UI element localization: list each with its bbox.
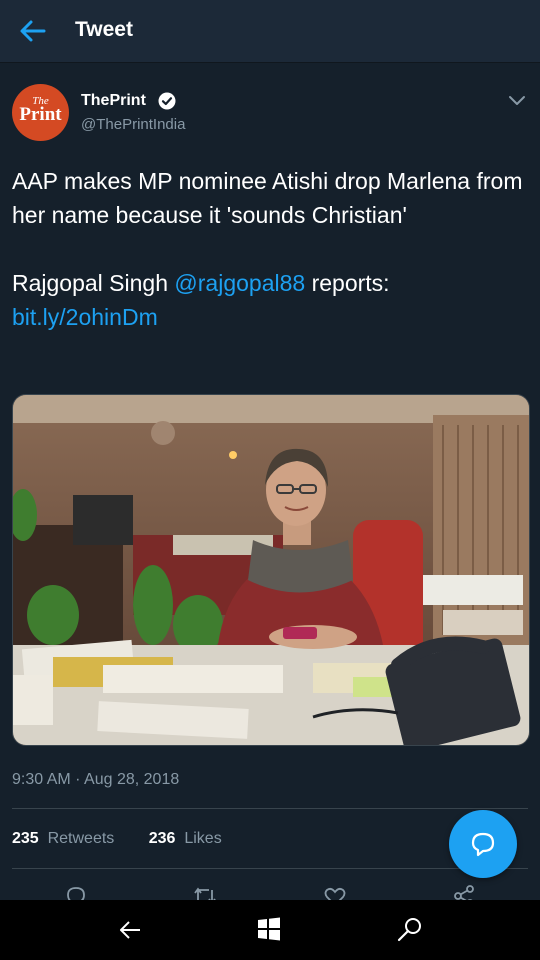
- article-link[interactable]: bit.ly/2ohinDm: [12, 304, 158, 330]
- share-icon[interactable]: [452, 884, 476, 900]
- system-nav-bar: [0, 900, 540, 960]
- tweet-text-byline: Rajgopal Singh @rajgopal88 reports:: [12, 266, 527, 300]
- tweet-body: AAP makes MP nominee Atishi drop Marlena…: [12, 164, 527, 334]
- heart-icon[interactable]: [323, 884, 347, 900]
- engagement-stats: 235 Retweets 236 Likes: [12, 830, 252, 848]
- tweet-photo[interactable]: [12, 394, 530, 746]
- tweet-timestamp: 9:30 AM · Aug 28, 2018: [12, 771, 180, 788]
- divider: [12, 808, 528, 809]
- tweet-text-headline: AAP makes MP nominee Atishi drop Marlena…: [12, 168, 523, 228]
- retweets-stat[interactable]: 235 Retweets: [12, 830, 114, 847]
- page-title: Tweet: [75, 18, 133, 41]
- back-arrow-icon[interactable]: [16, 16, 50, 46]
- verified-badge-icon: [158, 92, 176, 110]
- compose-reply-icon: [471, 832, 495, 857]
- byline-suffix: reports:: [305, 270, 390, 296]
- likes-count: 236: [148, 830, 176, 847]
- compose-reply-button[interactable]: [449, 810, 517, 878]
- author-handle[interactable]: @ThePrintIndia: [81, 116, 185, 133]
- likes-stat[interactable]: 236 Likes: [149, 830, 222, 847]
- windows-logo-icon[interactable]: [256, 916, 282, 942]
- chevron-down-icon[interactable]: [508, 94, 526, 106]
- retweet-icon[interactable]: [192, 884, 218, 900]
- nav-search-icon[interactable]: [396, 916, 424, 944]
- office-photo-illustration: [13, 395, 529, 745]
- avatar[interactable]: The Print: [12, 84, 69, 141]
- mention-link[interactable]: @rajgopal88: [174, 270, 305, 296]
- reply-icon[interactable]: [64, 884, 88, 900]
- avatar-logo-text-big: Print: [19, 104, 62, 125]
- byline-prefix: Rajgopal Singh: [12, 270, 175, 296]
- retweets-label: Retweets: [47, 830, 115, 847]
- nav-back-icon[interactable]: [116, 916, 144, 944]
- likes-label: Likes: [184, 830, 222, 847]
- top-app-bar: Tweet: [0, 0, 540, 63]
- tweet-actions: [0, 880, 540, 900]
- author-name[interactable]: ThePrint: [81, 92, 146, 110]
- retweets-count: 235: [12, 830, 39, 847]
